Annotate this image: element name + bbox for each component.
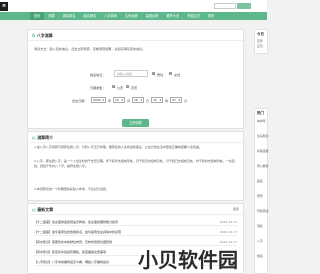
sidebar-item[interactable]: 测名	[257, 224, 263, 228]
list-icon: ▤	[32, 135, 36, 140]
latest-title: ▤ 最新文章	[32, 207, 53, 213]
article-title[interactable]: 【十二星座】处女座的金钱观是怎样的，处女座的理财能力如何	[34, 218, 194, 226]
sidebar-item[interactable]: 周公解梦	[257, 164, 269, 168]
main-nav: 首页 测算 周易取名 起名解名 八字算命 生肖运势 星座运势 解梦大全 黄道吉日…	[0, 12, 267, 20]
sidebar-item[interactable]: 起名	[257, 179, 263, 183]
more-link[interactable]: 更多	[233, 207, 239, 211]
bazi-form-card: G 八字测算 测试方法：输入您的信息，点击立即测算，查看测算结果，请如实填写您的…	[27, 29, 244, 129]
minute-unit: 分	[184, 99, 188, 103]
sidebar-item[interactable]: 本命年	[257, 119, 266, 123]
gender-female-label: 女性	[174, 73, 181, 77]
sidebar-today-card: 今日 农历 正月	[254, 29, 268, 54]
calendar-lunar-radio[interactable]	[126, 85, 130, 89]
nav-item-home[interactable]: 首页	[30, 12, 45, 20]
day-select[interactable]: 18	[132, 97, 144, 103]
about-title: ▤ 测算简介	[32, 135, 53, 141]
article-title[interactable]: 【十二星座】金牛座男生的性格特点，金牛座男生在感情中的表现	[34, 228, 194, 236]
search-button[interactable]	[237, 3, 251, 9]
sidebar-item[interactable]: 星座运势	[257, 149, 269, 153]
nav-item-naming[interactable]: 周易取名	[59, 12, 80, 20]
nav-item-fortune[interactable]: 测算	[44, 12, 58, 20]
nav-item-zodiac[interactable]: 生肖运势	[121, 12, 142, 20]
calendar-solar-radio[interactable]	[112, 85, 116, 89]
minute-select[interactable]: 37	[170, 97, 182, 103]
divider	[28, 142, 243, 143]
about-paragraph-3: 3.本测算仅供一个时期里的某些人参考，不必过分当真。	[34, 187, 109, 191]
calendar-solar-label: 公历	[117, 86, 124, 90]
nav-item-horoscope[interactable]: 星座运势	[142, 12, 163, 20]
nav-item-more[interactable]: 更多	[204, 12, 218, 20]
form-title: 八字测算	[36, 33, 53, 38]
gender-male-label: 男性	[157, 73, 164, 77]
watermark-text: 小贝软件园	[138, 248, 238, 272]
about-paragraph-2: 2.八字，即生辰八字，是一个人出生时的干支历日期。年干和年支组成年柱，月干和月支…	[34, 159, 235, 168]
latest-title-text: 最新文章	[37, 207, 54, 212]
month-unit: 月	[127, 99, 131, 103]
sidebar-item[interactable]: 号码测试	[257, 209, 269, 213]
about-paragraph-1: 1.最八字八字测算可测算生辰八字，分析八字五行命理，推算您的人生命运和事业，让在…	[34, 145, 202, 149]
month-select[interactable]: 10	[113, 97, 125, 103]
calendar-type-label: 日期类型：	[90, 86, 106, 90]
submit-button[interactable]: 立即测算	[122, 119, 149, 127]
nav-item-dreams[interactable]: 解梦大全	[163, 12, 184, 20]
divider	[28, 40, 243, 41]
year-select[interactable]: 2000	[91, 97, 106, 103]
gender-female-radio[interactable]	[169, 72, 173, 76]
birth-date-label: 出生日期：	[72, 99, 88, 103]
title-prefix: G	[32, 33, 36, 38]
about-title-text: 测算简介	[37, 135, 54, 140]
card-title: G 八字测算	[32, 33, 53, 39]
sidebar-item[interactable]: 生肖配对	[257, 134, 269, 138]
nav-item-calendar[interactable]: 黄道吉日	[183, 12, 204, 20]
sidebar-item[interactable]: 黄历	[257, 194, 263, 198]
name-input[interactable]: 请输入姓名	[114, 70, 148, 77]
sidebar-today-month: 正月	[257, 44, 263, 48]
sidebar-today-lunar: 农历	[257, 39, 263, 43]
article-date: 2024-10-17	[219, 230, 237, 234]
nav-item-bazi[interactable]: 八字算命	[100, 12, 121, 20]
watermark: 小贝软件园	[132, 238, 260, 274]
name-label: 姓名信息：	[90, 73, 106, 77]
year-unit: 年	[108, 99, 112, 103]
gender-male-radio[interactable]	[152, 72, 156, 76]
site-logo[interactable]: n	[0, 2, 8, 11]
search-input[interactable]	[214, 3, 236, 9]
sidebar-hot-title: 热门	[257, 111, 264, 115]
list-item[interactable]: 【十二星座】金牛座男生的性格特点，金牛座男生在感情中的表现 2024-10-17	[34, 228, 237, 236]
nav-item-name-analysis[interactable]: 起名解名	[80, 12, 101, 20]
form-intro: 测试方法：输入您的信息，点击立即测算，查看测算结果，请如实填写您的信息。	[34, 47, 146, 51]
sidebar-today-title: 今日	[257, 32, 264, 36]
hour-unit: 时	[165, 99, 169, 103]
divider	[28, 214, 243, 215]
top-bar: n	[0, 0, 267, 12]
hour-select[interactable]: 10	[151, 97, 163, 103]
about-card: ▤ 测算简介 1.最八字八字测算可测算生辰八字，分析八字五行命理，推算您的人生命…	[27, 131, 244, 201]
list-item[interactable]: 【十二星座】处女座的金钱观是怎样的，处女座的理财能力如何 2024-10-17	[34, 218, 237, 226]
article-date: 2024-10-17	[219, 220, 237, 224]
day-unit: 日	[146, 99, 150, 103]
list-icon: ▤	[32, 207, 36, 212]
calendar-lunar-label: 农历	[131, 86, 138, 90]
